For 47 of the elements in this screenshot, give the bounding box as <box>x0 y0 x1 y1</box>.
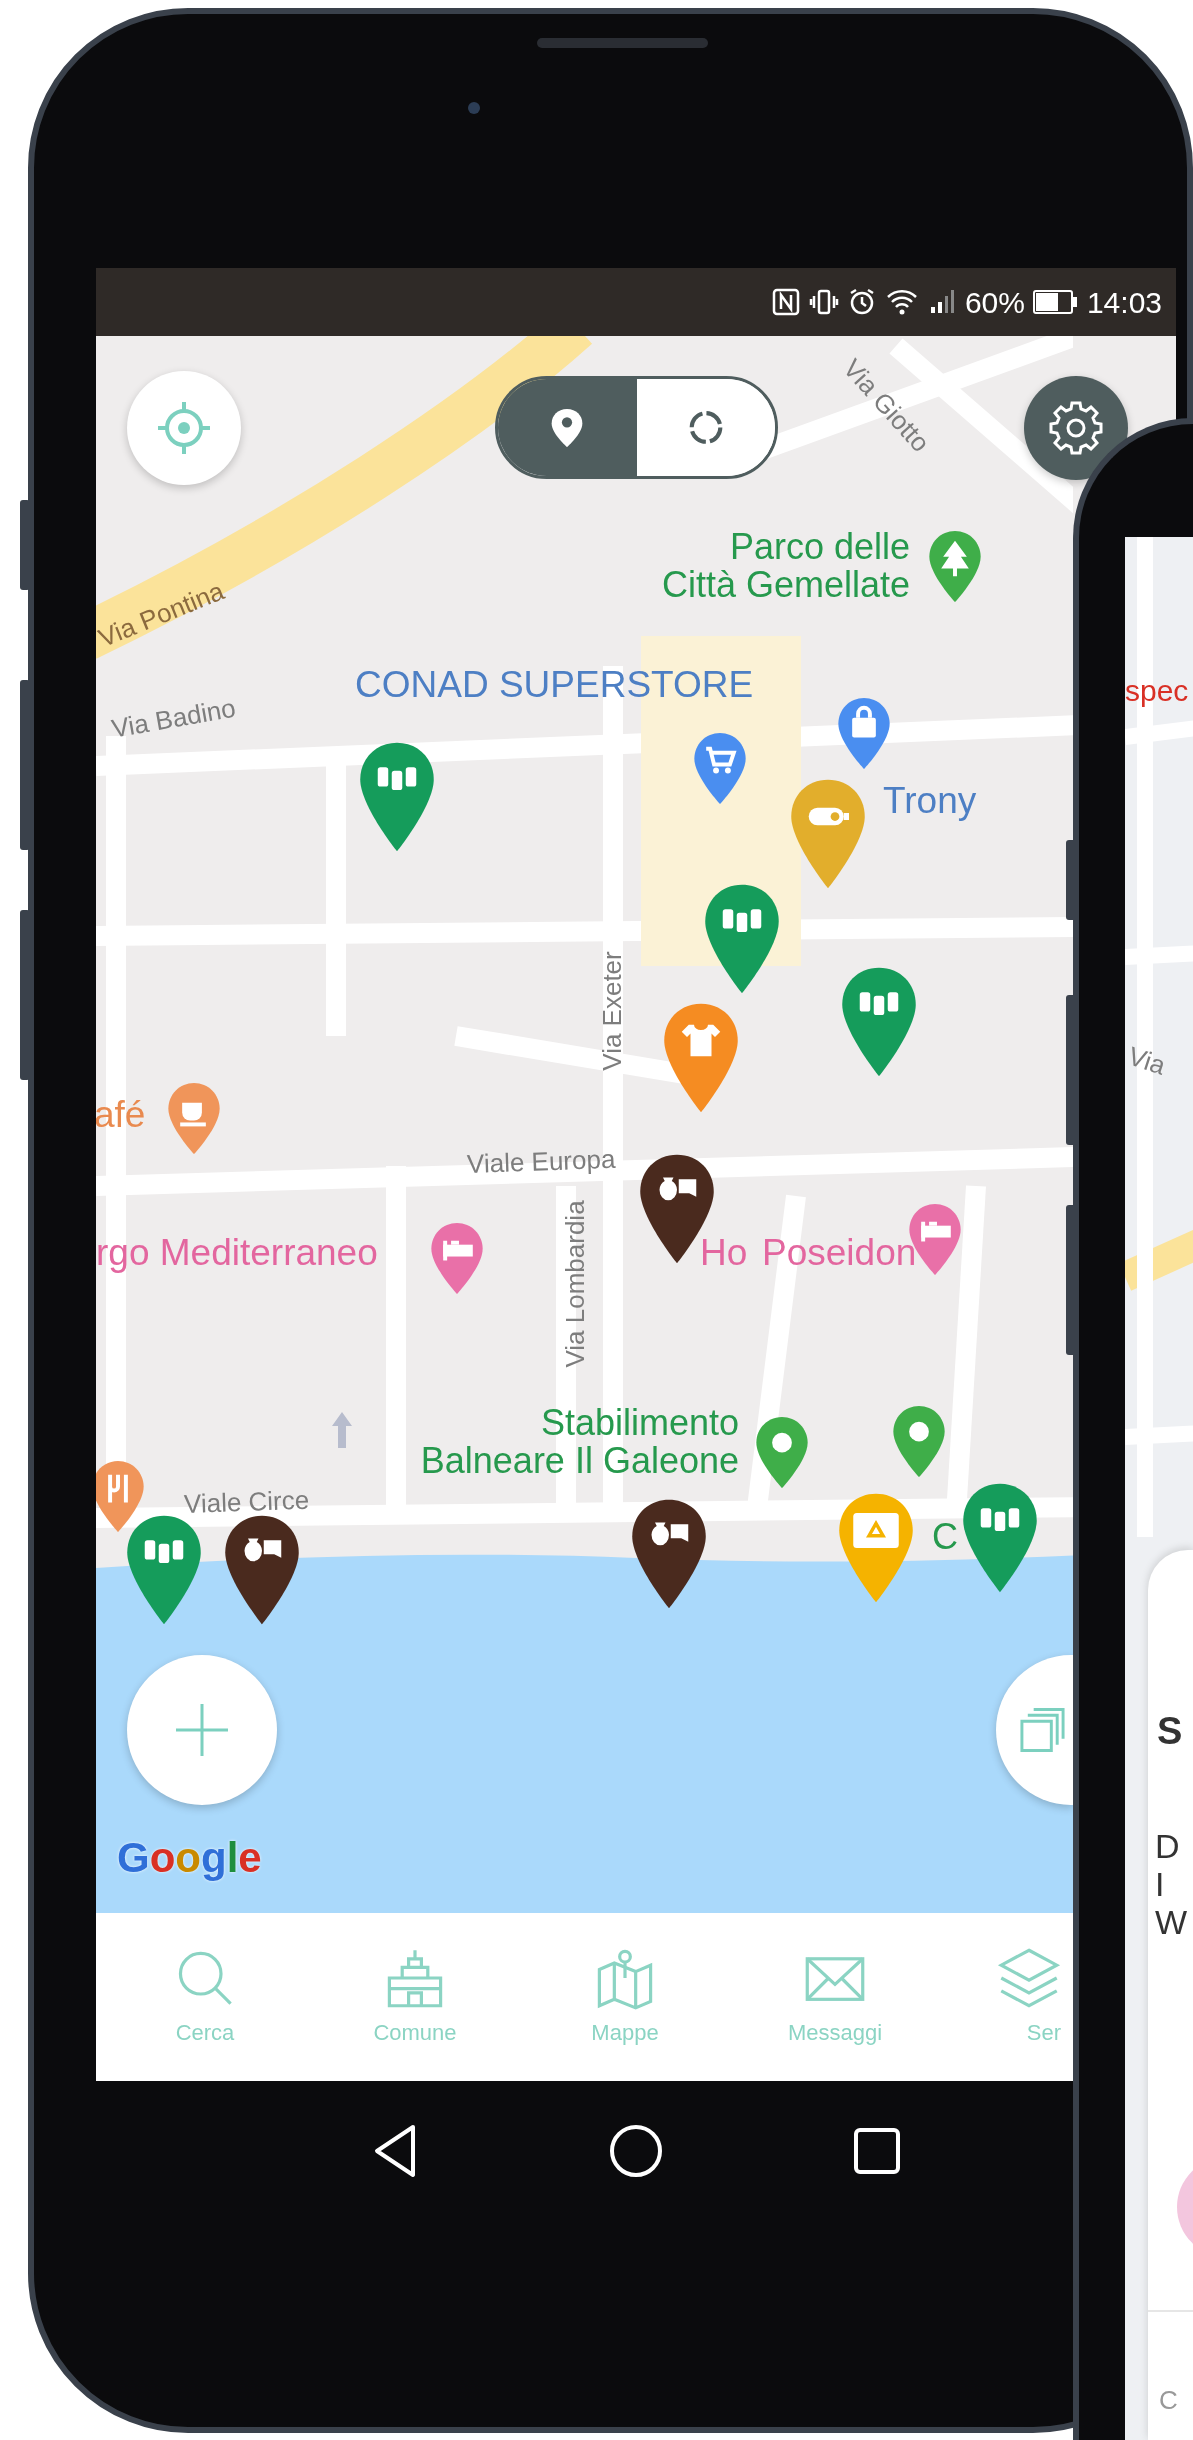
nav-tab[interactable]: Messaggi <box>730 1913 940 2081</box>
camera-icon <box>468 102 480 114</box>
vibrate-icon <box>808 287 839 317</box>
place-pin-icon[interactable] <box>891 1404 947 1479</box>
place-label: spec <box>1125 675 1189 707</box>
nav-tab[interactable]: Mappe <box>520 1913 730 2081</box>
home-icon[interactable] <box>609 2124 663 2178</box>
cup-pin-icon[interactable] <box>166 1081 222 1156</box>
cafe-label: afé <box>96 1096 146 1135</box>
hotel-label: Ho <box>700 1234 748 1273</box>
clock-time: 14:03 <box>1086 284 1162 321</box>
recents-icon[interactable] <box>853 2127 901 2175</box>
nav-tab[interactable]: Ser <box>940 1913 1069 2081</box>
tree-pin-icon[interactable] <box>927 529 983 604</box>
card-text: D I W <box>1155 1827 1188 1941</box>
shop-label: Trony <box>883 782 977 821</box>
one-way-arrow-icon <box>330 1410 354 1450</box>
place-label: Parco delle Città Gemellate <box>661 528 910 604</box>
bag-pin-icon[interactable] <box>836 696 892 771</box>
battery-level: 60% <box>964 284 1025 321</box>
place-label: C <box>932 1518 958 1556</box>
fork-knife-pin-icon[interactable] <box>96 1459 146 1534</box>
layers-icon <box>1018 1705 1067 1755</box>
place-pin-icon[interactable] <box>754 1415 810 1490</box>
hotel-label: rgo Mediterraneo <box>96 1234 378 1273</box>
radius-view-tab[interactable] <box>636 379 775 476</box>
street-label: Via Exeter <box>599 951 627 1071</box>
street-label: Viale Circe <box>183 1486 310 1519</box>
road-label: Via Pontina <box>96 577 228 653</box>
street-label: Via Badino <box>109 694 238 744</box>
map-view-tab[interactable] <box>498 379 637 476</box>
shop-label: CONAD SUPERSTORE <box>355 666 754 705</box>
google-logo: Google <box>117 1836 262 1881</box>
cart-pin-icon[interactable] <box>692 731 748 806</box>
hotel-label: Poseidon <box>762 1234 917 1273</box>
card-title: S <box>1157 1712 1183 1752</box>
nav-tab[interactable]: Comune <box>310 1913 520 2081</box>
nfc-icon <box>770 287 801 317</box>
bed-pin-icon[interactable] <box>429 1221 485 1296</box>
locate-button[interactable] <box>127 371 241 485</box>
street-label: Viale Europa <box>466 1145 616 1179</box>
nav-tab[interactable]: Cerca <box>100 1913 310 2081</box>
footer-text: C <box>1159 2387 1178 2415</box>
street-label: Via Lombardia <box>562 1200 590 1368</box>
street-label: Via <box>1125 1042 1169 1081</box>
place-label: Stabilimento Balneare Il Galeone <box>420 1404 739 1480</box>
battery-icon <box>1032 289 1079 315</box>
